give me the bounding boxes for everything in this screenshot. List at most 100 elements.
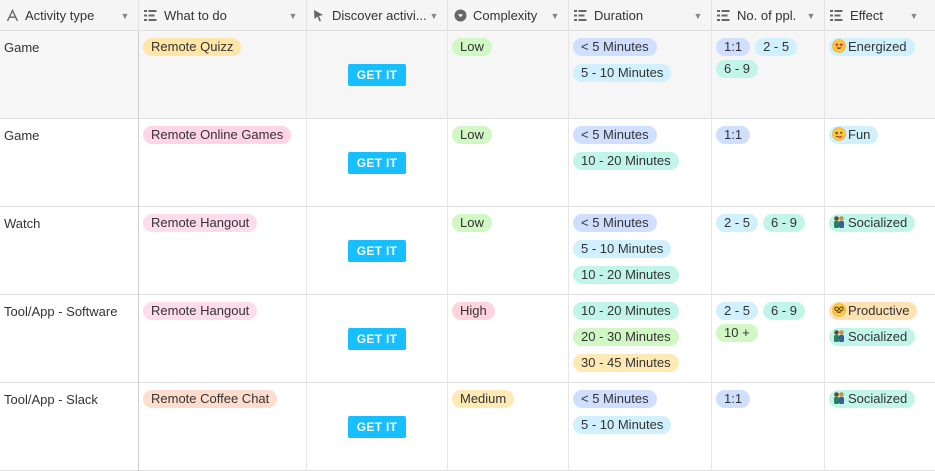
get-it-button[interactable]: GET IT <box>348 64 406 86</box>
cell-complexity[interactable]: Low <box>448 119 569 207</box>
cell-activity-type[interactable]: Watch <box>0 207 139 295</box>
grid-header: Activity type ▼ What to do ▼ Discover ac… <box>0 0 935 31</box>
column-header-label: Activity type <box>25 8 95 23</box>
cell-effect[interactable]: Fun <box>825 119 935 207</box>
duration-tag: 20 - 30 Minutes <box>573 328 679 346</box>
num-ppl-tag: 6 - 9 <box>763 214 806 232</box>
tag-label: 1:1 <box>724 127 743 142</box>
tag-label: 5 - 10 Minutes <box>581 241 664 256</box>
cell-activity-type[interactable]: Tool/App - Slack <box>0 383 139 471</box>
cell-duration[interactable]: 10 - 20 Minutes 20 - 30 Minutes 30 - 45 Mi… <box>569 295 712 383</box>
cell-duration[interactable]: < 5 Minutes 5 - 10 Minutes <box>569 383 712 471</box>
cell-what-to-do[interactable]: Remote Hangout <box>139 295 307 383</box>
column-header-effect[interactable]: Effect ▼ <box>825 0 935 31</box>
table-row[interactable]: Game Remote Online Games GET IT Low < 5 Minu… <box>0 119 935 207</box>
tag-label: 10 - 20 Minutes <box>581 303 671 318</box>
chevron-down-icon[interactable]: ▼ <box>804 11 818 21</box>
effect-tag: Socialized <box>829 328 916 346</box>
chevron-down-icon[interactable]: ▼ <box>691 11 705 21</box>
column-header-what-to-do[interactable]: What to do ▼ <box>139 0 307 31</box>
tag-label: < 5 Minutes <box>581 39 649 54</box>
chevron-down-icon[interactable]: ▼ <box>118 11 132 21</box>
cell-duration[interactable]: < 5 Minutes 10 - 20 Minutes <box>569 119 712 207</box>
cell-discover[interactable]: GET IT <box>307 295 448 383</box>
cell-effect[interactable]: Energized <box>825 31 935 119</box>
num-ppl-tag: 1:1 <box>716 390 751 408</box>
cell-num-ppl[interactable]: 2 - 5 6 - 9 10 + <box>712 295 825 383</box>
effect-tag: Fun <box>829 126 879 144</box>
tag-label: 5 - 10 Minutes <box>581 65 664 80</box>
table-row[interactable]: Tool/App - Software Remote Hangout GET IT H… <box>0 295 935 383</box>
cursor-icon <box>312 9 326 23</box>
table-row[interactable]: Tool/App - Slack Remote Coffee Chat GET IT… <box>0 383 935 471</box>
get-it-button[interactable]: GET IT <box>348 240 406 262</box>
chevron-down-icon[interactable]: ▼ <box>427 11 441 21</box>
cell-complexity[interactable]: Low <box>448 207 569 295</box>
tag-label: Fun <box>848 127 871 142</box>
activity-type-text: Game <box>4 40 40 55</box>
chevron-down-icon[interactable]: ▼ <box>907 11 921 21</box>
activity-type-text: Tool/App - Slack <box>4 392 98 407</box>
cell-what-to-do[interactable]: Remote Online Games <box>139 119 307 207</box>
num-ppl-tag: 2 - 5 <box>716 214 759 232</box>
tag-label: Socialized <box>848 329 908 344</box>
cell-activity-type[interactable]: Game <box>0 119 139 207</box>
activity-type-text: Tool/App - Software <box>4 304 118 319</box>
cell-num-ppl[interactable]: 2 - 5 6 - 9 <box>712 207 825 295</box>
cell-what-to-do[interactable]: Remote Quizz <box>139 31 307 119</box>
tag-label: 2 - 5 <box>763 39 790 54</box>
cell-effect[interactable]: Productive Socialized <box>825 295 935 383</box>
silly-face-emoji-icon <box>832 127 846 141</box>
cell-discover[interactable]: GET IT <box>307 383 448 471</box>
get-it-button[interactable]: GET IT <box>348 152 406 174</box>
table-row[interactable]: Watch Remote Hangout GET IT Low < 5 Minutes 5… <box>0 207 935 295</box>
chevron-down-icon[interactable]: ▼ <box>286 11 300 21</box>
column-header-complexity[interactable]: Complexity ▼ <box>448 0 569 31</box>
tag-label: 20 - 30 Minutes <box>581 329 671 344</box>
duration-tag: 10 - 20 Minutes <box>573 152 679 170</box>
duration-tag: 10 - 20 Minutes <box>573 266 679 284</box>
cell-effect[interactable]: Socialized <box>825 383 935 471</box>
tag-label: Remote Coffee Chat <box>151 391 270 406</box>
cell-discover[interactable]: GET IT <box>307 31 448 119</box>
cell-discover[interactable]: GET IT <box>307 207 448 295</box>
tag-label: 1:1 <box>724 39 743 54</box>
num-ppl-tag: 1:1 <box>716 126 751 144</box>
tag-label: < 5 Minutes <box>581 127 649 142</box>
tag-label: 6 - 9 <box>771 215 798 230</box>
tag-label: Remote Online Games <box>151 127 284 142</box>
get-it-button[interactable]: GET IT <box>348 416 406 438</box>
cell-what-to-do[interactable]: Remote Hangout <box>139 207 307 295</box>
cell-complexity[interactable]: Low <box>448 31 569 119</box>
cell-duration[interactable]: < 5 Minutes 5 - 10 Minutes 10 - 20 Minutes <box>569 207 712 295</box>
cell-num-ppl[interactable]: 1:1 <box>712 383 825 471</box>
complexity-tag: Low <box>452 126 492 144</box>
people-emoji-icon <box>834 392 844 404</box>
cell-duration[interactable]: < 5 Minutes 5 - 10 Minutes <box>569 31 712 119</box>
cell-activity-type[interactable]: Game <box>0 31 139 119</box>
column-header-discover[interactable]: Discover activi... ▼ <box>307 0 448 31</box>
num-ppl-tag: 6 - 9 <box>763 302 806 320</box>
get-it-button[interactable]: GET IT <box>348 328 406 350</box>
column-header-duration[interactable]: Duration ▼ <box>569 0 712 31</box>
column-header-label: Effect <box>850 8 884 23</box>
cell-complexity[interactable]: Medium <box>448 383 569 471</box>
what-to-do-tag: Remote Hangout <box>143 302 258 320</box>
cell-effect[interactable]: Socialized <box>825 207 935 295</box>
column-header-label: No. of ppl. <box>737 8 797 23</box>
column-header-num-ppl[interactable]: No. of ppl. ▼ <box>712 0 825 31</box>
cell-what-to-do[interactable]: Remote Coffee Chat <box>139 383 307 471</box>
cell-complexity[interactable]: High <box>448 295 569 383</box>
cell-num-ppl[interactable]: 1:1 <box>712 119 825 207</box>
cell-activity-type[interactable]: Tool/App - Software <box>0 295 139 383</box>
duration-tag: 5 - 10 Minutes <box>573 240 672 258</box>
column-header-activity-type[interactable]: Activity type ▼ <box>0 0 139 31</box>
num-ppl-tag: 10 + <box>716 324 758 342</box>
chevron-down-icon[interactable]: ▼ <box>548 11 562 21</box>
num-ppl-tag: 1:1 <box>716 38 751 56</box>
cell-num-ppl[interactable]: 1:1 2 - 5 6 - 9 <box>712 31 825 119</box>
star-eyes-emoji-icon <box>832 39 846 53</box>
table-row[interactable]: Game Remote Quizz GET IT Low < 5 Minutes 5 - … <box>0 31 935 119</box>
duration-tag: 5 - 10 Minutes <box>573 416 672 434</box>
cell-discover[interactable]: GET IT <box>307 119 448 207</box>
